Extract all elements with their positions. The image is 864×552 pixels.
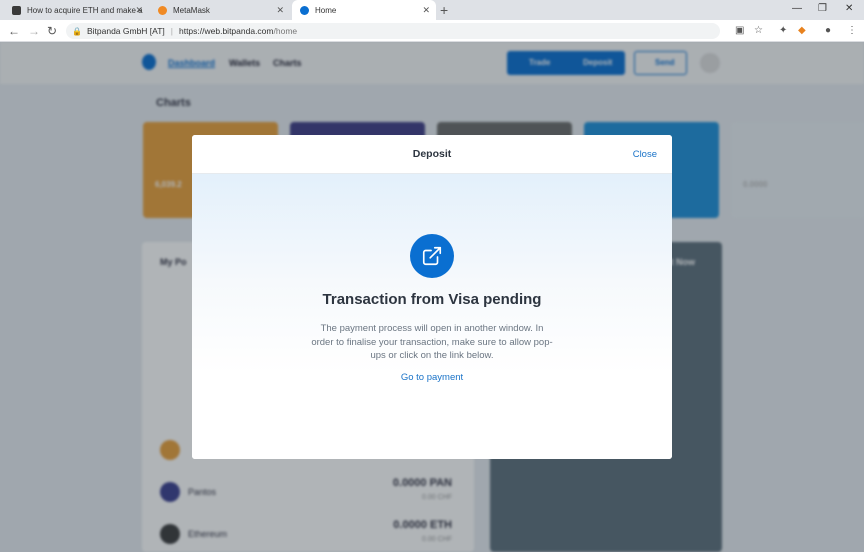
minimize-icon[interactable]: — xyxy=(792,3,802,14)
deposit-modal: Deposit Close Transaction from Visa pend… xyxy=(192,135,672,459)
lock-icon: 🔒 xyxy=(72,26,82,36)
bookmark-star-icon[interactable]: ☆ xyxy=(754,25,763,37)
extension-icon[interactable]: ✦ xyxy=(779,25,787,37)
tab-title: How to acquire ETH and make a xyxy=(27,5,143,15)
close-window-icon[interactable]: ✕ xyxy=(845,3,853,14)
tab-title: MetaMask xyxy=(173,5,210,15)
metamask-fox-icon xyxy=(158,5,167,15)
tab-metamask[interactable]: MetaMask ✕ xyxy=(150,0,290,20)
new-tab-button[interactable]: + xyxy=(440,2,448,18)
url-host: https://web.bitpanda.com xyxy=(178,26,274,36)
address-bar: ← → ↻ 🔒 Bitpanda GmbH [AT] | https://web… xyxy=(0,20,864,42)
tab-home[interactable]: Home ✕ xyxy=(292,0,436,20)
close-button[interactable]: Close xyxy=(633,135,657,174)
modal-title: Deposit xyxy=(412,148,452,160)
metamask-extension-icon[interactable]: ◆ xyxy=(798,25,806,37)
tab-bar: How to acquire ETH and make a ✕ MetaMask… xyxy=(0,0,864,20)
cast-icon[interactable]: ▣ xyxy=(735,25,744,37)
menu-icon[interactable]: ⋮ xyxy=(847,25,857,37)
close-icon[interactable]: ✕ xyxy=(276,4,284,16)
tab-title: Home xyxy=(315,5,337,15)
modal-header: Deposit Close xyxy=(192,135,672,174)
url-path: /home xyxy=(273,26,298,36)
bitpanda-icon xyxy=(300,5,309,15)
back-icon[interactable]: ← xyxy=(8,24,20,38)
reload-icon[interactable]: ↻ xyxy=(47,24,57,38)
close-icon[interactable]: ✕ xyxy=(422,4,430,16)
profile-icon[interactable]: ● xyxy=(825,25,831,37)
m-logo-icon xyxy=(12,5,21,15)
modal-description: The payment process will open in another… xyxy=(311,323,553,361)
external-link-icon xyxy=(410,234,454,278)
tab-how-to[interactable]: How to acquire ETH and make a ✕ xyxy=(4,0,149,20)
close-icon[interactable]: ✕ xyxy=(135,4,143,16)
forward-icon[interactable]: → xyxy=(28,24,40,38)
go-to-payment-link[interactable]: Go to payment xyxy=(192,372,672,383)
restore-icon[interactable]: ❐ xyxy=(818,3,827,14)
modal-heading: Transaction from Visa pending xyxy=(322,291,542,308)
site-identity: Bitpanda GmbH [AT] xyxy=(86,26,165,36)
modal-body: Transaction from Visa pending The paymen… xyxy=(192,174,672,459)
separator: | xyxy=(170,26,173,36)
url-omnibox[interactable]: 🔒 Bitpanda GmbH [AT] | https://web.bitpa… xyxy=(66,23,720,39)
